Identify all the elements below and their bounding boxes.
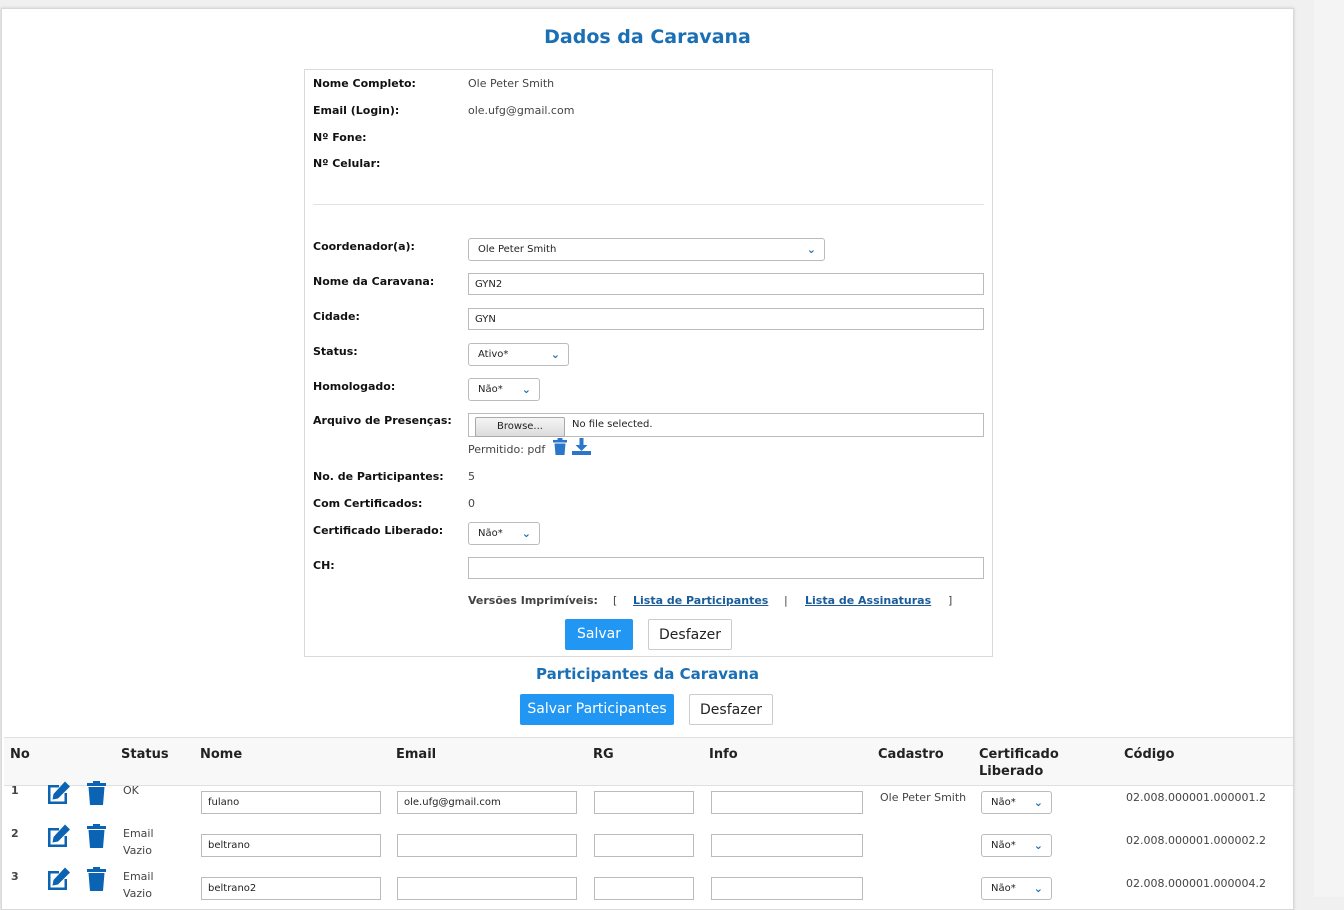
row-cadastro: Ole Peter Smith: [880, 791, 967, 804]
row-certificado-value: Não*: [991, 840, 1016, 851]
trash-icon[interactable]: [552, 438, 568, 455]
nome-caravana-input[interactable]: GYN2: [468, 273, 984, 295]
table-row: 2 Email Vazio beltrano Não* ⌄ 02.008.000…: [4, 824, 1293, 867]
row-certificado-select[interactable]: Não* ⌄: [981, 834, 1052, 857]
ch-label: CH:: [313, 559, 335, 572]
trash-icon[interactable]: [86, 867, 107, 891]
page-title: Dados da Caravana: [544, 26, 751, 48]
homologado-label: Homologado:: [313, 380, 396, 393]
row-email-input[interactable]: ole.ufg@gmail.com: [397, 791, 577, 814]
desfazer-participantes-button[interactable]: Desfazer: [689, 694, 773, 725]
status-label: Status:: [313, 345, 358, 358]
col-codigo: Código: [1124, 747, 1175, 762]
row-email-input[interactable]: [397, 834, 577, 857]
celular-label: Nº Celular:: [313, 157, 381, 170]
col-nome: Nome: [200, 747, 243, 762]
row-info-input[interactable]: [711, 791, 863, 814]
permitido-text: Permitido: pdf: [468, 443, 546, 456]
row-certificado-value: Não*: [991, 883, 1016, 894]
edit-icon[interactable]: [45, 867, 71, 891]
page-scrollbar[interactable]: [1314, 0, 1344, 897]
row-certificado-select[interactable]: Não* ⌄: [981, 791, 1052, 814]
table-row: 3 Email Vazio beltrano2 Não* ⌄ 02.008.00…: [4, 867, 1293, 910]
row-codigo: 02.008.000001.000001.2: [1126, 791, 1266, 804]
row-info-input[interactable]: [711, 834, 863, 857]
trash-icon[interactable]: [86, 781, 107, 805]
lista-participantes-link[interactable]: Lista de Participantes: [633, 594, 768, 607]
homologado-select-value: Não*: [478, 384, 503, 395]
no-file-text: No file selected.: [572, 419, 653, 430]
main-panel: Dados da Caravana Nome Completo: Ole Pet…: [1, 8, 1294, 910]
trash-icon[interactable]: [86, 824, 107, 848]
row-rg-input[interactable]: [594, 791, 694, 814]
nome-label: Nome Completo:: [313, 77, 416, 90]
row-no: 3: [11, 870, 19, 883]
row-nome-input[interactable]: fulano: [201, 791, 381, 814]
table-row: 1 OK fulano ole.ufg@gmail.com Ole Peter …: [4, 781, 1293, 824]
col-certificado: Certificado Liberado: [979, 747, 1059, 779]
nome-value: Ole Peter Smith: [468, 77, 555, 90]
row-no: 2: [11, 827, 19, 840]
versoes-label: Versões Imprimíveis:: [468, 594, 598, 607]
chevron-down-icon: ⌄: [521, 383, 531, 396]
com-certificados-label: Com Certificados:: [313, 497, 423, 510]
certificado-liberado-select-value: Não*: [478, 528, 503, 539]
arquivo-file-input[interactable]: Browse... No file selected.: [468, 413, 984, 437]
chevron-down-icon: ⌄: [806, 243, 816, 256]
status-select[interactable]: Ativo* ⌄: [468, 343, 569, 366]
edit-icon[interactable]: [45, 824, 71, 848]
chevron-down-icon: ⌄: [521, 527, 531, 540]
col-email: Email: [396, 747, 437, 762]
com-certificados-value: 0: [468, 497, 475, 510]
chevron-down-icon: ⌄: [1033, 882, 1043, 895]
chevron-down-icon: ⌄: [1033, 839, 1043, 852]
bracket-close: ]: [948, 594, 953, 607]
num-participantes-label: No. de Participantes:: [313, 470, 444, 483]
browse-button[interactable]: Browse...: [475, 417, 565, 437]
status-select-value: Ativo*: [478, 349, 509, 360]
separator: |: [784, 594, 788, 607]
row-certificado-value: Não*: [991, 797, 1016, 808]
certificado-liberado-label: Certificado Liberado:: [313, 524, 444, 537]
bracket-open: [: [613, 594, 618, 607]
coordenador-label: Coordenador(a):: [313, 240, 415, 253]
cidade-label: Cidade:: [313, 310, 360, 323]
participants-table-header: No Status Nome Email RG Info Cadastro Ce…: [4, 737, 1293, 786]
row-rg-input[interactable]: [594, 834, 694, 857]
nome-caravana-label: Nome da Caravana:: [313, 275, 435, 288]
divider: [313, 204, 984, 205]
fone-label: Nº Fone:: [313, 131, 367, 144]
certificado-liberado-select[interactable]: Não* ⌄: [468, 522, 540, 545]
lista-assinaturas-link[interactable]: Lista de Assinaturas: [805, 594, 931, 607]
ch-input[interactable]: [468, 557, 984, 579]
chevron-down-icon: ⌄: [1033, 796, 1043, 809]
arquivo-label: Arquivo de Presenças:: [313, 414, 452, 427]
chevron-down-icon: ⌄: [550, 348, 560, 361]
row-nome-input[interactable]: beltrano: [201, 834, 381, 857]
col-cadastro: Cadastro: [878, 747, 944, 762]
row-codigo: 02.008.000001.000004.2: [1126, 877, 1266, 890]
desfazer-button[interactable]: Desfazer: [648, 619, 732, 650]
email-value: ole.ufg@gmail.com: [468, 104, 575, 117]
row-status: OK: [123, 784, 139, 797]
col-no: No: [10, 747, 30, 762]
row-status: Email Vazio: [123, 827, 154, 857]
salvar-button[interactable]: Salvar: [565, 619, 633, 650]
caravana-form: Nome Completo: Ole Peter Smith Email (Lo…: [304, 69, 993, 657]
num-participantes-value: 5: [468, 470, 475, 483]
email-label: Email (Login):: [313, 104, 400, 117]
salvar-participantes-button[interactable]: Salvar Participantes: [520, 694, 674, 725]
participants-title: Participantes da Caravana: [536, 665, 759, 683]
col-status: Status: [121, 747, 169, 762]
coordenador-select[interactable]: Ole Peter Smith ⌄: [468, 238, 825, 261]
cidade-input[interactable]: GYN: [468, 308, 984, 330]
row-no: 1: [11, 784, 19, 797]
col-rg: RG: [593, 747, 614, 762]
coordenador-select-value: Ole Peter Smith: [478, 244, 557, 255]
download-icon[interactable]: [572, 438, 591, 455]
homologado-select[interactable]: Não* ⌄: [468, 378, 540, 401]
edit-icon[interactable]: [45, 781, 71, 805]
col-info: Info: [709, 747, 738, 762]
row-codigo: 02.008.000001.000002.2: [1126, 834, 1266, 847]
